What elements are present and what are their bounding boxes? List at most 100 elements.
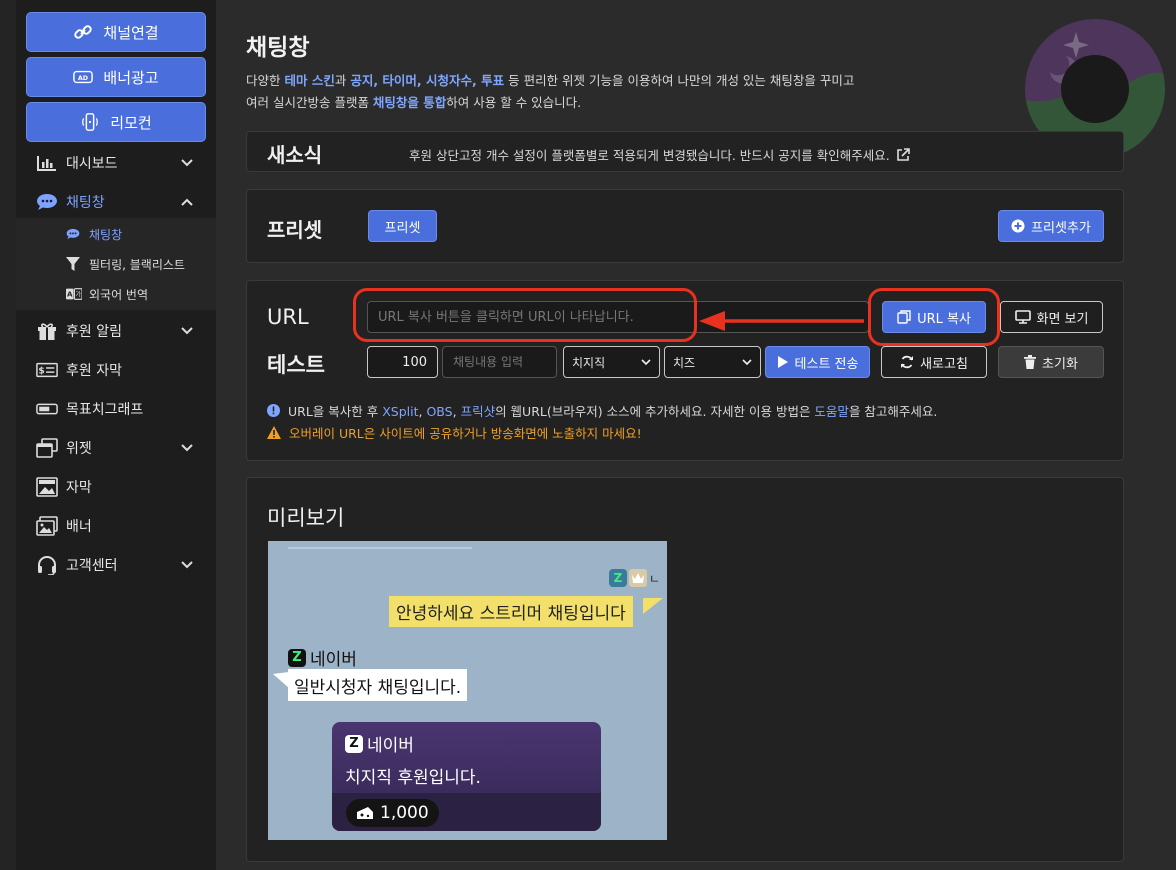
reset-button[interactable]: 초기화 (998, 346, 1104, 378)
sidebar-subitem-translate[interactable]: A가 외국어 번역 (66, 282, 148, 306)
desc-highlight: 채팅창을 통합 (372, 95, 447, 110)
remote-label: 리모컨 (110, 113, 152, 132)
svg-text:A: A (67, 290, 73, 299)
type-select-value: 치즈 (673, 355, 696, 370)
sidebar-item-label: 목표치그래프 (66, 402, 144, 418)
warning-note: 오버레이 URL은 사이트에 공유하거나 방송화면에 노출하지 마세요! (267, 423, 642, 442)
sidebar-item-dashboard[interactable]: 대시보드 (16, 145, 216, 181)
desc-text: 하여 사용 할 수 있습니다. (446, 95, 582, 110)
main-content: 채팅창 다양한 테마 스킨과 공지, 타이머, 시청자수, 투표 등 편리한 위… (216, 0, 1176, 870)
svg-text:가: 가 (75, 291, 81, 299)
chevron-down-icon (181, 327, 193, 335)
desc-text: 등 편리한 위젯 기능을 이용하여 나만의 개성 있는 채팅창을 꾸미고 (504, 73, 855, 88)
preset-card: 프리셋 프리셋 프리셋추가 (246, 189, 1124, 263)
xsplit-link[interactable]: XSplit (382, 404, 418, 419)
news-card: 새소식 후원 상단고정 개수 설정이 플랫폼별로 적용되게 변경됐습니다. 반드… (246, 131, 1124, 172)
remote-icon (82, 113, 99, 131)
desc-highlight: 테마 스킨 (284, 73, 335, 88)
windows-icon (36, 438, 58, 458)
left-gutter (0, 0, 16, 870)
annotation-ring (868, 288, 1000, 346)
sidebar-item-label: 위젯 (66, 441, 92, 457)
platform-select[interactable]: 치지직 (563, 346, 660, 378)
sidebar: 채널연결 AD 배너광고 리모컨 대시보드 채팅창 채팅창 필터링, 블랙리스트… (16, 0, 216, 870)
note-text: , (452, 404, 461, 419)
gift-icon (36, 321, 58, 341)
bubble-tail (273, 672, 289, 688)
sidebar-subitem-chat[interactable]: 채팅창 (66, 222, 122, 246)
chzzk-logo-icon: Z (288, 648, 306, 667)
sidebar-item-caption[interactable]: 자막 (16, 469, 216, 505)
test-message-input[interactable] (442, 346, 557, 378)
sidebar-item-label: 배너 (66, 519, 92, 535)
chat-bubble-icon (66, 228, 82, 240)
streamer-name-truncated: ㄴ (649, 571, 661, 586)
prixshot-link[interactable]: 프릭샷 (461, 404, 496, 419)
translate-icon: A가 (66, 288, 82, 300)
annotation-ring (353, 288, 697, 342)
sidebar-subitem-label: 외국어 번역 (89, 287, 149, 302)
note-text: URL을 복사한 후 (288, 404, 383, 419)
link-icon (74, 25, 93, 39)
desc-text: 여러 실시간방송 플랫폼 (246, 95, 373, 110)
preset-button[interactable]: 프리셋 (368, 210, 437, 242)
sidebar-item-support[interactable]: 고객센터 (16, 547, 216, 583)
platform-select-value: 치지직 (572, 355, 606, 370)
test-label: 테스트 (267, 353, 325, 377)
crown-icon (629, 569, 647, 587)
sidebar-item-donation-alert[interactable]: 후원 알림 (16, 313, 216, 349)
news-text: 후원 상단고정 개수 설정이 플랫폼별로 적용되게 변경됐습니다. 반드시 공지… (409, 148, 890, 163)
monitor-icon (1014, 310, 1031, 324)
reset-label: 초기화 (1042, 356, 1078, 372)
image-caption-icon (36, 477, 58, 497)
refresh-button[interactable]: 새로고침 (881, 346, 987, 378)
add-preset-label: 프리셋추가 (1031, 220, 1091, 236)
svg-text:AD: AD (78, 75, 88, 82)
refresh-label: 새로고침 (920, 356, 968, 372)
view-screen-button[interactable]: 화면 보기 (1000, 301, 1103, 333)
news-text-row[interactable]: 후원 상단고정 개수 설정이 플랫폼별로 적용되게 변경됐습니다. 반드시 공지… (409, 145, 910, 164)
help-link[interactable]: 도움말 (814, 404, 849, 419)
test-send-button[interactable]: 테스트 전송 (765, 346, 870, 378)
sidebar-item-banner[interactable]: 배너 (16, 508, 216, 544)
sidebar-item-label: 고객센터 (66, 558, 118, 574)
preset-title: 프리셋 (267, 218, 323, 242)
annotation-arrow-icon (699, 311, 864, 331)
chevron-down-icon (181, 159, 193, 167)
connect-channel-button[interactable]: 채널연결 (26, 12, 206, 52)
donor-name: Z 네이버 (345, 731, 414, 756)
trash-icon (1024, 355, 1037, 369)
sidebar-item-widget[interactable]: 위젯 (16, 430, 216, 466)
desc-highlight: 공지, 타이머, 시청자수, 투표 (350, 73, 505, 88)
remote-button[interactable]: 리모컨 (26, 102, 206, 142)
chevron-down-icon (181, 444, 193, 452)
obs-link[interactable]: OBS (426, 404, 452, 419)
desc-text: 다양한 (246, 73, 285, 88)
add-preset-button[interactable]: 프리셋추가 (998, 210, 1104, 242)
streamer-chat-bubble: 안녕하세요 스트리머 채팅입니다 (389, 596, 633, 627)
test-amount-input[interactable] (367, 346, 438, 378)
chevron-down-icon (641, 359, 651, 366)
desc-text: 과 (334, 73, 351, 88)
sidebar-item-goal-graph[interactable]: 목표치그래프 (16, 391, 216, 427)
sidebar-item-chat[interactable]: 채팅창 (16, 184, 216, 220)
filter-icon (66, 257, 82, 271)
sidebar-item-label: 채팅창 (66, 195, 105, 211)
type-select[interactable]: 치즈 (664, 346, 761, 378)
banner-ad-button[interactable]: AD 배너광고 (26, 57, 206, 97)
sidebar-subitem-filter[interactable]: 필터링, 블랙리스트 (66, 252, 185, 276)
external-link-icon (896, 147, 910, 161)
viewer-chat-bubble: 일반시청자 채팅입니다. (288, 669, 468, 701)
donation-amount-text: 1,000 (380, 803, 429, 823)
plus-circle-icon (1011, 219, 1025, 233)
progress-bar-icon (36, 399, 58, 419)
image-icon (36, 516, 58, 536)
sidebar-item-donation-caption[interactable]: $ 후원 자막 (16, 352, 216, 388)
sidebar-item-label: 후원 알림 (66, 324, 122, 340)
warning-icon (267, 426, 281, 439)
url-label: URL (267, 305, 309, 329)
sidebar-item-label: 후원 자막 (66, 363, 122, 379)
bubble-tail (643, 598, 663, 614)
donation-card: Z 네이버 치지직 후원입니다. 1,000 (332, 722, 601, 831)
page-title: 채팅창 (246, 35, 310, 61)
